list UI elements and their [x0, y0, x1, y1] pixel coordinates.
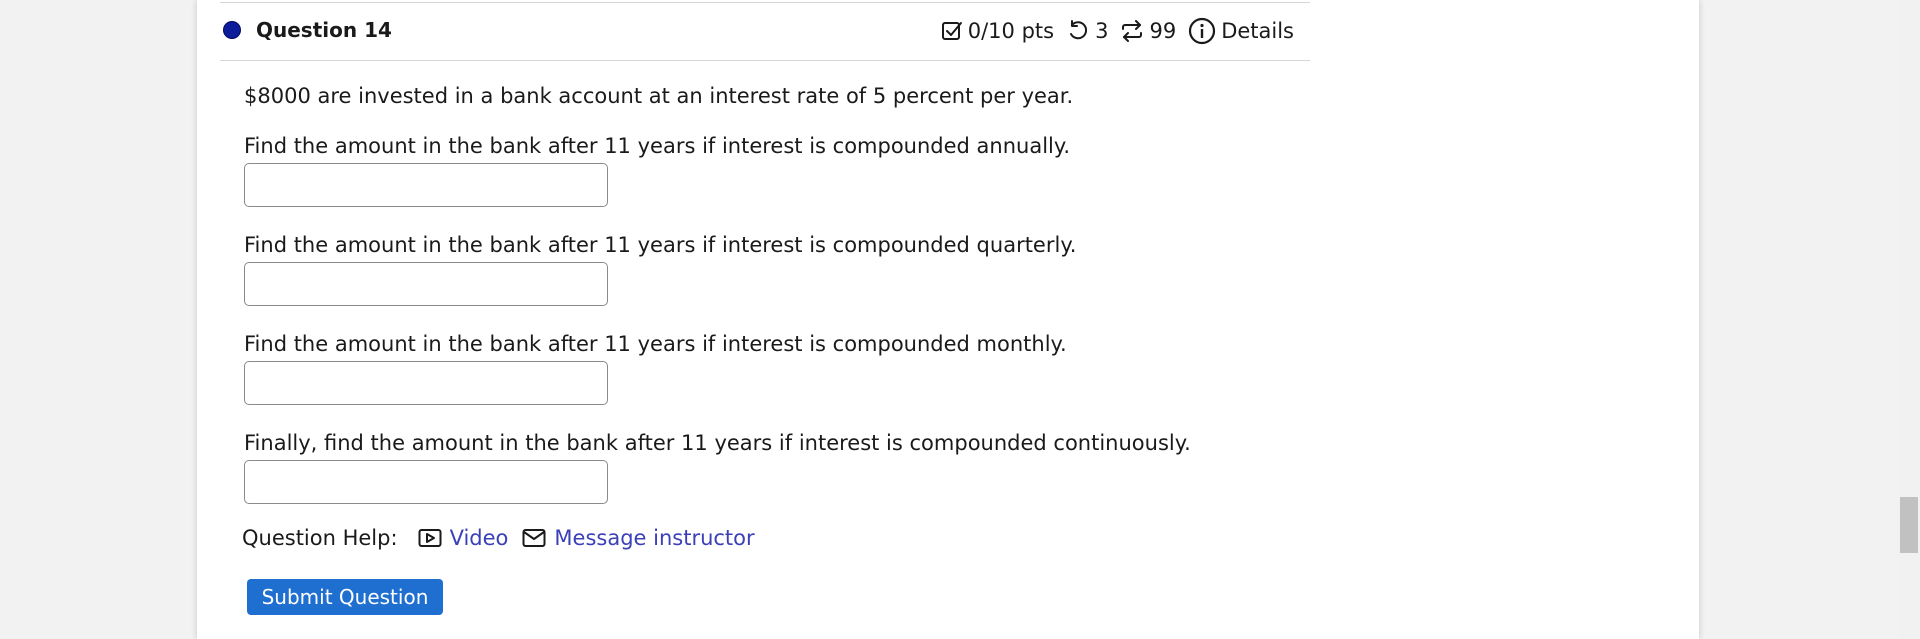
undo-icon: [1070, 20, 1088, 40]
video-icon: [418, 529, 442, 547]
question-title: Question 14: [256, 18, 392, 42]
points-text: 0/10 pts: [967, 19, 1055, 43]
info-icon: [1189, 17, 1216, 45]
video-link-label[interactable]: Video: [450, 526, 509, 550]
message-instructor-link[interactable]: Message instructor: [522, 526, 755, 550]
checkbox-icon: [941, 22, 962, 40]
submit-question-button[interactable]: Submit Question: [247, 579, 443, 615]
envelope-icon: [522, 529, 546, 547]
part-1-prompt: Find the amount in the bank after 11 yea…: [244, 134, 1071, 158]
divider: [220, 2, 1310, 3]
question-help: Question Help: Video Message instructor: [242, 526, 769, 550]
video-link[interactable]: Video: [418, 526, 509, 550]
status-dot-icon: [223, 21, 241, 39]
points-indicator: 0/10 pts: [941, 19, 1054, 43]
message-instructor-label[interactable]: Message instructor: [554, 526, 754, 550]
scrollbar-thumb[interactable]: [1900, 497, 1918, 553]
question-intro: $8000 are invested in a bank account at …: [244, 84, 1074, 108]
attempts-count: 99: [1149, 19, 1177, 43]
part-4-prompt: Finally, find the amount in the bank aft…: [244, 431, 1191, 455]
retries-indicator: 3: [1066, 19, 1108, 43]
answer-input-monthly[interactable]: [244, 361, 608, 405]
question-help-label: Question Help:: [242, 526, 398, 550]
answer-input-quarterly[interactable]: [244, 262, 608, 306]
repeat-icon: [1122, 20, 1143, 42]
answer-input-annual[interactable]: [244, 163, 608, 207]
part-3-prompt: Find the amount in the bank after 11 yea…: [244, 332, 1067, 356]
part-2-prompt: Find the amount in the bank after 11 yea…: [244, 233, 1077, 257]
retries-count: 3: [1095, 19, 1109, 43]
details-toggle[interactable]: Details: [1188, 17, 1294, 45]
question-header: Question 14 0/10 pts 3 99 Details: [220, 8, 1310, 61]
details-label[interactable]: Details: [1221, 19, 1294, 43]
answer-input-continuous[interactable]: [244, 460, 608, 504]
attempts-indicator: 99: [1120, 19, 1176, 43]
question-meta: 0/10 pts 3 99 Details: [929, 16, 1294, 46]
